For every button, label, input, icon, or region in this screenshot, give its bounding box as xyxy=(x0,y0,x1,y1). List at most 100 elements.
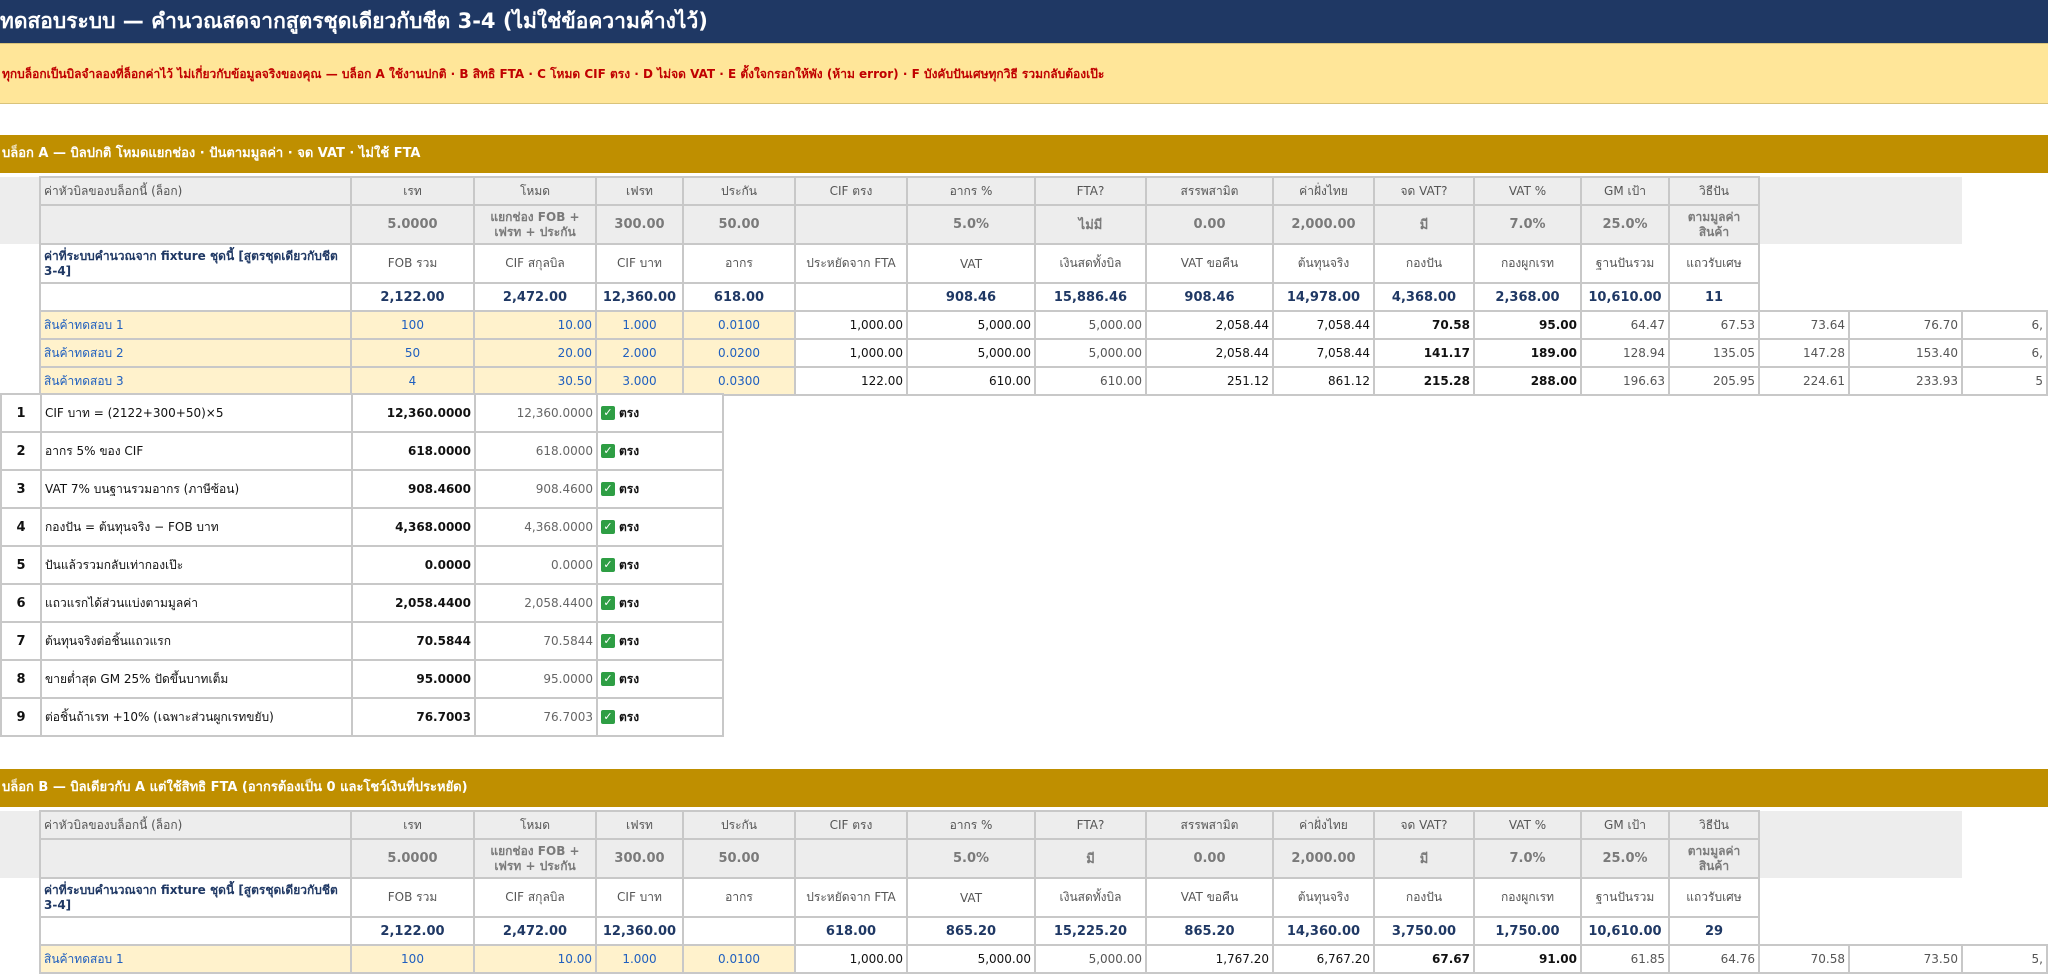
header-cell: อากร % xyxy=(906,176,1036,206)
header-cell: CIF ตรง xyxy=(794,810,908,840)
check-actual: 0.0000 xyxy=(474,545,598,585)
item-volume[interactable]: 0.0300 xyxy=(682,366,796,396)
header-cell: ต้นทุนจริง xyxy=(1272,243,1375,284)
total-cell: 15,225.20 xyxy=(1034,916,1147,946)
item-qty[interactable]: 50 xyxy=(350,338,475,368)
table-cell: 1,000.00 xyxy=(794,338,908,368)
check-actual: 95.0000 xyxy=(474,659,598,699)
item-qty[interactable]: 4 xyxy=(350,366,475,396)
item-name[interactable]: สินค้าทดสอบ 1 xyxy=(39,310,352,340)
input-duty-pct[interactable]: 5.0% xyxy=(906,204,1036,245)
table-cell: 861.12 xyxy=(1272,366,1375,396)
check-status: ✓ ตรง xyxy=(596,545,724,585)
item-volume[interactable]: 0.0100 xyxy=(682,310,796,340)
checks-table: 1 CIF บาท = (2122+300+50)×5 12,360.0000 … xyxy=(0,393,724,737)
input-thai-cost[interactable]: 2,000.00 xyxy=(1272,838,1375,879)
item-volume[interactable]: 0.0200 xyxy=(682,338,796,368)
input-excise[interactable]: 0.00 xyxy=(1145,204,1274,245)
header-cell: VAT ขอคืน xyxy=(1145,243,1274,284)
input-vat-registered[interactable]: มี xyxy=(1373,838,1475,879)
item-name[interactable]: สินค้าทดสอบ 2 xyxy=(39,338,352,368)
total-cell: 29 xyxy=(1668,916,1760,946)
input-allocation-method[interactable]: ตามมูลค่า สินค้า xyxy=(1668,204,1760,245)
check-status-label: ตรง xyxy=(619,633,640,648)
check-status: ✓ ตรง xyxy=(596,621,724,661)
header-cell: วิธีปัน xyxy=(1668,810,1760,840)
header-cell: CIF สกุลบิล xyxy=(473,243,597,284)
total-cell: 11 xyxy=(1668,282,1760,312)
header-cell: VAT ขอคืน xyxy=(1145,877,1274,918)
check-actual: 2,058.4400 xyxy=(474,583,598,623)
item-unit-price[interactable]: 30.50 xyxy=(473,366,597,396)
check-row: 8 ขายต่ำสุด GM 25% ปัดขึ้นบาทเต็ม 95.000… xyxy=(0,659,724,699)
check-description: CIF บาท = (2122+300+50)×5 xyxy=(40,393,353,433)
check-status: ✓ ตรง xyxy=(596,659,724,699)
check-expected: 4,368.0000 xyxy=(351,507,476,547)
item-name[interactable]: สินค้าทดสอบ 3 xyxy=(39,366,352,396)
total-cell xyxy=(682,916,796,946)
item-weight[interactable]: 3.000 xyxy=(595,366,684,396)
item-unit-price[interactable]: 20.00 xyxy=(473,338,597,368)
input-vat-registered[interactable]: มี xyxy=(1373,204,1475,245)
check-row: 5 ปันแล้วรวมกลับเท่ากองเป๊ะ 0.0000 0.000… xyxy=(0,545,724,585)
check-row: 6 แถวแรกได้ส่วนแบ่งตามมูลค่า 2,058.4400 … xyxy=(0,583,724,623)
header-cell: CIF ตรง xyxy=(794,176,908,206)
total-cell: 2,472.00 xyxy=(473,916,597,946)
item-name[interactable]: สินค้าทดสอบ 1 xyxy=(39,944,352,974)
input-insurance[interactable]: 50.00 xyxy=(682,204,796,245)
table-row: สินค้าทดสอบ 1 100 10.00 1.000 0.0100 1,0… xyxy=(0,310,2048,340)
item-qty[interactable]: 100 xyxy=(350,310,475,340)
input-vat-pct[interactable]: 7.0% xyxy=(1473,838,1582,879)
header-cell: เฟรท xyxy=(595,176,684,206)
input-excise[interactable]: 0.00 xyxy=(1145,838,1274,879)
item-unit-price[interactable]: 10.00 xyxy=(473,944,597,974)
check-row: 2 อากร 5% ของ CIF 618.0000 618.0000 ✓ ตรง xyxy=(0,431,724,471)
check-status-label: ตรง xyxy=(619,405,640,420)
item-volume[interactable]: 0.0100 xyxy=(682,944,796,974)
table-cell: 5,000.00 xyxy=(906,310,1036,340)
item-unit-price[interactable]: 10.00 xyxy=(473,310,597,340)
header-cell: GM เป้า xyxy=(1580,810,1670,840)
input-rate[interactable]: 5.0000 xyxy=(350,838,475,879)
check-mark-icon: ✓ xyxy=(601,710,615,724)
input-mode[interactable]: แยกช่อง FOB + เฟรท + ประกัน xyxy=(473,204,597,245)
total-cell: 10,610.00 xyxy=(1580,916,1670,946)
input-gm-target[interactable]: 25.0% xyxy=(1580,838,1670,879)
check-row: 1 CIF บาท = (2122+300+50)×5 12,360.0000 … xyxy=(0,393,724,433)
header-cell: วิธีปัน xyxy=(1668,176,1760,206)
item-weight[interactable]: 1.000 xyxy=(595,310,684,340)
input-duty-pct[interactable]: 5.0% xyxy=(906,838,1036,879)
table-cell: 91.00 xyxy=(1473,944,1582,974)
header-cell: เงินสดทั้งบิล xyxy=(1034,243,1147,284)
input-thai-cost[interactable]: 2,000.00 xyxy=(1272,204,1375,245)
input-rate[interactable]: 5.0000 xyxy=(350,204,475,245)
computed-section-label: ค่าที่ระบบคำนวณจาก fixture ชุดนี้ [สูตรช… xyxy=(39,243,352,284)
table-cell: 122.00 xyxy=(794,366,908,396)
item-weight[interactable]: 1.000 xyxy=(595,944,684,974)
table-cell: 141.17 xyxy=(1373,338,1475,368)
item-weight[interactable]: 2.000 xyxy=(595,338,684,368)
check-row: 4 กองปัน = ต้นทุนจริง − FOB บาท 4,368.00… xyxy=(0,507,724,547)
input-allocation-method[interactable]: ตามมูลค่า สินค้า xyxy=(1668,838,1760,879)
check-actual: 76.7003 xyxy=(474,697,598,737)
header-cell: อากร xyxy=(682,877,796,918)
input-gm-target[interactable]: 25.0% xyxy=(1580,204,1670,245)
header-cell: ประหยัดจาก FTA xyxy=(794,243,908,284)
input-freight[interactable]: 300.00 xyxy=(595,838,684,879)
input-fta[interactable]: มี xyxy=(1034,838,1147,879)
input-freight[interactable]: 300.00 xyxy=(595,204,684,245)
input-mode[interactable]: แยกช่อง FOB + เฟรท + ประกัน xyxy=(473,838,597,879)
header-cell: CIF บาท xyxy=(595,243,684,284)
input-insurance[interactable]: 50.00 xyxy=(682,838,796,879)
check-actual: 12,360.0000 xyxy=(474,393,598,433)
input-cif-direct[interactable] xyxy=(794,204,908,245)
input-cif-direct[interactable] xyxy=(794,838,908,879)
check-row: 3 VAT 7% บนฐานรวมอากร (ภาษีซ้อน) 908.460… xyxy=(0,469,724,509)
check-expected: 95.0000 xyxy=(351,659,476,699)
check-mark-icon: ✓ xyxy=(601,444,615,458)
input-vat-pct[interactable]: 7.0% xyxy=(1473,204,1582,245)
input-fta[interactable]: ไม่มี xyxy=(1034,204,1147,245)
total-cell: 618.00 xyxy=(794,916,908,946)
header-cell: ฐานปันรวม xyxy=(1580,243,1670,284)
item-qty[interactable]: 100 xyxy=(350,944,475,974)
